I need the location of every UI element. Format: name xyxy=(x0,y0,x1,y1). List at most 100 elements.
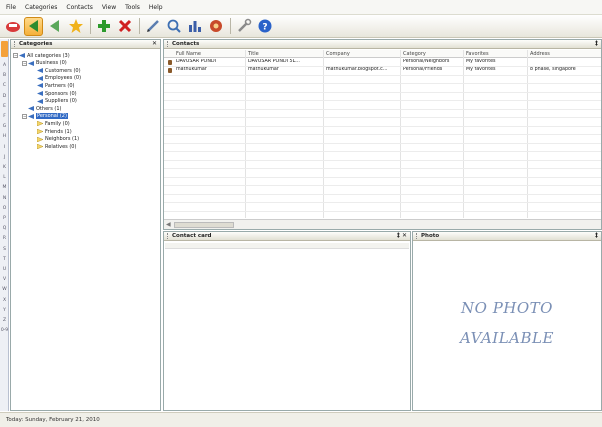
alphabet-letter[interactable]: D xyxy=(0,94,9,99)
table-cell[interactable]: mathukumar xyxy=(248,67,322,72)
menu-contacts[interactable]: Contacts xyxy=(66,4,92,11)
column-header[interactable]: Favorites xyxy=(466,51,489,57)
alphabet-letter[interactable]: V xyxy=(0,277,9,282)
alphabet-letter[interactable]: Z xyxy=(0,318,9,323)
alphabet-letter[interactable]: K xyxy=(0,165,9,170)
alphabet-letter[interactable]: W xyxy=(0,287,9,292)
table-cell[interactable]: 8 phase, singapore xyxy=(530,67,597,72)
back-button[interactable] xyxy=(24,16,43,36)
tree-node[interactable]: Partners (0) xyxy=(37,82,74,89)
menu-view[interactable]: View xyxy=(102,4,116,11)
alphabet-letter[interactable]: R xyxy=(0,236,9,241)
tools-button[interactable] xyxy=(234,17,253,36)
tree-node[interactable]: Customers (0) xyxy=(37,67,81,74)
categories-title: Categories xyxy=(19,41,53,47)
tree-node[interactable]: Relatives (0) xyxy=(37,143,76,150)
contact-card-header: Contact card ‡ ✕ xyxy=(164,232,410,241)
category-icon xyxy=(28,113,34,119)
tree-node[interactable]: Suppliers (0) xyxy=(37,98,77,105)
contact-card-controls[interactable]: ‡ ✕ xyxy=(397,232,407,239)
menu-categories[interactable]: Categories xyxy=(25,4,57,11)
contact-card-tab-strip[interactable] xyxy=(165,243,409,249)
table-cell[interactable]: My favorites xyxy=(466,67,526,72)
category-icon xyxy=(37,68,43,74)
forward-button[interactable] xyxy=(45,17,64,36)
alphabet-letter[interactable]: S xyxy=(0,247,9,252)
alphabet-letter[interactable]: Q xyxy=(0,226,9,231)
tree-node[interactable]: Others (1) xyxy=(28,105,61,112)
alphabet-letter[interactable]: X xyxy=(0,298,9,303)
delete-icon xyxy=(118,19,131,33)
photo-button[interactable] xyxy=(206,17,225,36)
tree-node[interactable]: Friends (1) xyxy=(37,128,72,135)
grid-line xyxy=(164,74,601,76)
alphabet-letter[interactable]: C xyxy=(0,83,9,88)
alphabet-letter[interactable]: N xyxy=(0,196,9,201)
tree-node[interactable]: Neighbors (1) xyxy=(37,136,79,143)
tree-node[interactable]: − Business (0) xyxy=(22,60,67,67)
tree-node[interactable]: Family (0) xyxy=(37,120,70,127)
help-button[interactable]: ? xyxy=(255,17,274,36)
table-cell[interactable]: DAVUSAR PONDI xyxy=(176,59,250,64)
chart-icon xyxy=(188,21,201,32)
column-header[interactable]: Category xyxy=(403,51,426,57)
photo-pin-button[interactable]: ‡ xyxy=(595,232,598,239)
home-button[interactable] xyxy=(3,17,22,36)
menu-tools[interactable]: Tools xyxy=(125,4,140,11)
categories-pane: Categories ✕ − All categories (3) − Busines… xyxy=(10,39,161,411)
tree-node-label: Relatives (0) xyxy=(45,143,77,150)
column-header[interactable]: Full Name xyxy=(176,51,201,57)
scroll-left-icon[interactable]: ◀ xyxy=(166,221,171,228)
categories-close-button[interactable]: ✕ xyxy=(152,40,157,47)
column-header[interactable]: Title xyxy=(248,51,259,57)
contacts-title: Contacts xyxy=(172,41,200,47)
search-button[interactable] xyxy=(164,17,183,36)
alphabet-letter[interactable]: M xyxy=(0,185,9,190)
alphabet-letter[interactable]: U xyxy=(0,267,9,272)
alphabet-letter[interactable]: G xyxy=(0,124,9,129)
tree-node-label: Family (0) xyxy=(45,120,70,127)
menu-help[interactable]: Help xyxy=(149,4,163,11)
menu-file[interactable]: File xyxy=(6,4,16,11)
alphabet-letter[interactable]: P xyxy=(0,216,9,221)
category-icon xyxy=(37,75,43,81)
table-cell[interactable]: mathukumar.blogspot.c... xyxy=(326,67,399,72)
scrollbar-thumb[interactable] xyxy=(174,222,234,228)
contacts-pin-button[interactable]: ‡ xyxy=(595,40,598,47)
alphabet-letter[interactable]: O xyxy=(0,206,9,211)
table-cell[interactable]: Personal/Neighbors xyxy=(403,59,462,64)
table-cell[interactable]: Personal/Friends xyxy=(403,67,462,72)
tree-node[interactable]: Sponsors (0) xyxy=(37,90,77,97)
alphabet-letter[interactable]: F xyxy=(0,114,9,119)
table-cell[interactable]: My favorites xyxy=(466,59,526,64)
pane-grip xyxy=(167,233,169,239)
alphabet-letter[interactable]: I xyxy=(0,145,9,150)
grid-line xyxy=(164,210,601,212)
alphabet-letter[interactable]: J xyxy=(0,155,9,160)
column-header[interactable]: Company xyxy=(326,51,350,57)
column-header[interactable]: Address xyxy=(530,51,550,57)
tree-expander-icon[interactable]: − xyxy=(22,60,27,66)
horizontal-scrollbar[interactable]: ◀ xyxy=(164,219,601,229)
alphabet-index-selected[interactable] xyxy=(1,41,8,57)
alphabet-letter[interactable]: T xyxy=(0,257,9,262)
alphabet-letter[interactable]: B xyxy=(0,73,9,78)
delete-button[interactable] xyxy=(115,17,134,36)
alphabet-letter[interactable]: Y xyxy=(0,308,9,313)
table-cell[interactable]: DAVUSAR PONDI 5L... xyxy=(248,59,322,64)
tree-expander-icon[interactable]: − xyxy=(13,53,18,58)
add-contact-button[interactable] xyxy=(94,17,113,36)
tree-node[interactable]: − Personal (2) xyxy=(22,113,68,120)
favorites-button[interactable] xyxy=(66,17,85,36)
tree-node[interactable]: Employees (0) xyxy=(37,75,81,82)
tree-expander-icon[interactable]: − xyxy=(22,113,27,119)
statistics-button[interactable] xyxy=(185,17,204,36)
alphabet-letter[interactable]: E xyxy=(0,104,9,109)
table-cell[interactable]: mathukumar xyxy=(176,67,250,72)
alphabet-letter[interactable]: 0-9 xyxy=(0,328,9,333)
alphabet-letter[interactable]: L xyxy=(0,175,9,180)
alphabet-letter[interactable]: H xyxy=(0,134,9,139)
edit-button[interactable] xyxy=(143,17,162,36)
tree-node[interactable]: − All categories (3) xyxy=(13,52,70,59)
alphabet-letter[interactable]: A xyxy=(0,63,9,68)
